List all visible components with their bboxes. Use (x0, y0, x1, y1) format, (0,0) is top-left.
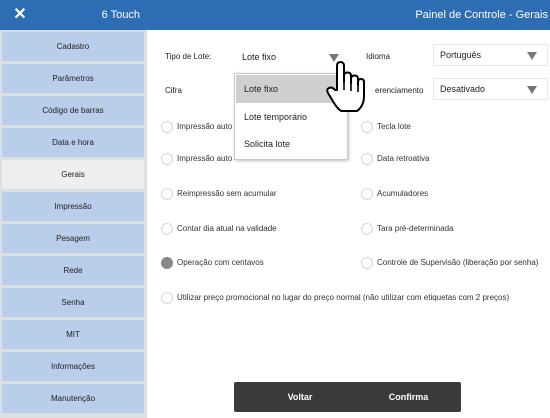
sidebar-item-data-e-hora[interactable]: Data e hora (2, 128, 144, 157)
option-preco-promocional[interactable]: Utilizar preço promocional no lugar do p… (161, 290, 546, 306)
option-contar-dia-atual[interactable]: Contar dia atual na validade (161, 221, 321, 237)
chevron-down-icon (527, 86, 537, 94)
radio-button[interactable] (361, 257, 373, 269)
gerenciamento-select[interactable]: Desativado (433, 78, 548, 100)
option-label: Data retroativa (377, 154, 430, 163)
option-label: Utilizar preço promocional no lugar do p… (177, 293, 510, 302)
tipo-lote-value: Lote fixo (242, 52, 277, 62)
tipo-lote-label: Tipo de Lote: (165, 52, 212, 61)
sidebar-item-senha[interactable]: Senha (2, 288, 144, 317)
option-label: Operação com centavos (177, 258, 264, 267)
app-name: 6 Touch (101, 9, 140, 21)
radio-button[interactable] (161, 153, 173, 165)
radio-button-checked[interactable] (161, 257, 173, 269)
hand-cursor-icon (326, 61, 365, 112)
radio-button[interactable] (161, 223, 173, 235)
back-button[interactable]: Voltar (234, 382, 366, 412)
sidebar-item-cadastro[interactable]: Cadastro (2, 32, 144, 61)
radio-button[interactable] (161, 292, 173, 304)
radio-button[interactable] (361, 188, 373, 200)
option-tara-pre-determinada[interactable]: Tara pré-determinada (361, 221, 501, 237)
option-label: Impressão auto (177, 154, 233, 163)
idioma-select[interactable]: Português (433, 44, 548, 66)
sidebar-item-rede[interactable]: Rede (2, 256, 144, 285)
option-controle-supervisao[interactable]: Controle de Supervisão (liberação por se… (361, 255, 549, 271)
chevron-down-icon (527, 52, 537, 60)
option-operacao-com-centavos[interactable]: Operação com centavos (161, 255, 321, 271)
option-label: Contar dia atual na validade (177, 224, 277, 233)
close-icon[interactable]: ✕ (10, 5, 30, 25)
sidebar: Cadastro Parâmetros Código de barras Dat… (0, 32, 147, 418)
sidebar-item-manutencao[interactable]: Manutenção (2, 384, 144, 413)
option-reimpressao-sem-acumular[interactable]: Reimpressão sem acumular (161, 186, 321, 202)
radio-button[interactable] (161, 188, 173, 200)
option-data-retroativa[interactable]: Data retroativa (361, 151, 481, 167)
idioma-label: Idioma (366, 52, 391, 61)
sidebar-item-impressao[interactable]: Impressão (2, 192, 144, 221)
gerenciamento-value: Desativado (440, 84, 486, 94)
sidebar-item-pesagem[interactable]: Pesagem (2, 224, 144, 253)
radio-button[interactable] (361, 121, 373, 133)
option-label: Controle de Supervisão (liberação por se… (377, 258, 539, 267)
panel-title: Painel de Controle - Gerais (415, 9, 548, 21)
radio-button[interactable] (361, 153, 373, 165)
gerenciamento-label: erenciamento (375, 86, 424, 95)
idioma-value: Português (440, 50, 482, 60)
option-acumuladores[interactable]: Acumuladores (361, 186, 481, 202)
option-label: Reimpressão sem acumular (177, 189, 277, 198)
radio-button[interactable] (161, 121, 173, 133)
dropdown-option-solicita-lote[interactable]: Solicita lote (236, 130, 346, 158)
sidebar-item-mit[interactable]: MIT (2, 320, 144, 349)
sidebar-item-codigo-de-barras[interactable]: Código de barras (2, 96, 144, 125)
cifra-label: Cifra (165, 86, 182, 95)
option-label: Impressão auto (177, 122, 233, 131)
option-tecla-lote[interactable]: Tecla lote (361, 119, 481, 135)
sidebar-item-parametros[interactable]: Parâmetros (2, 64, 144, 93)
confirm-button[interactable]: Confirma (356, 382, 461, 412)
sidebar-item-informacoes[interactable]: Informações (2, 352, 144, 381)
option-label: Tara pré-determinada (377, 224, 454, 233)
title-bar: ✕ 6 Touch Painel de Controle - Gerais (0, 0, 550, 30)
radio-button[interactable] (361, 223, 373, 235)
option-label: Acumuladores (377, 189, 429, 198)
sidebar-item-gerais[interactable]: Gerais (2, 160, 144, 189)
option-label: Tecla lote (377, 122, 411, 131)
